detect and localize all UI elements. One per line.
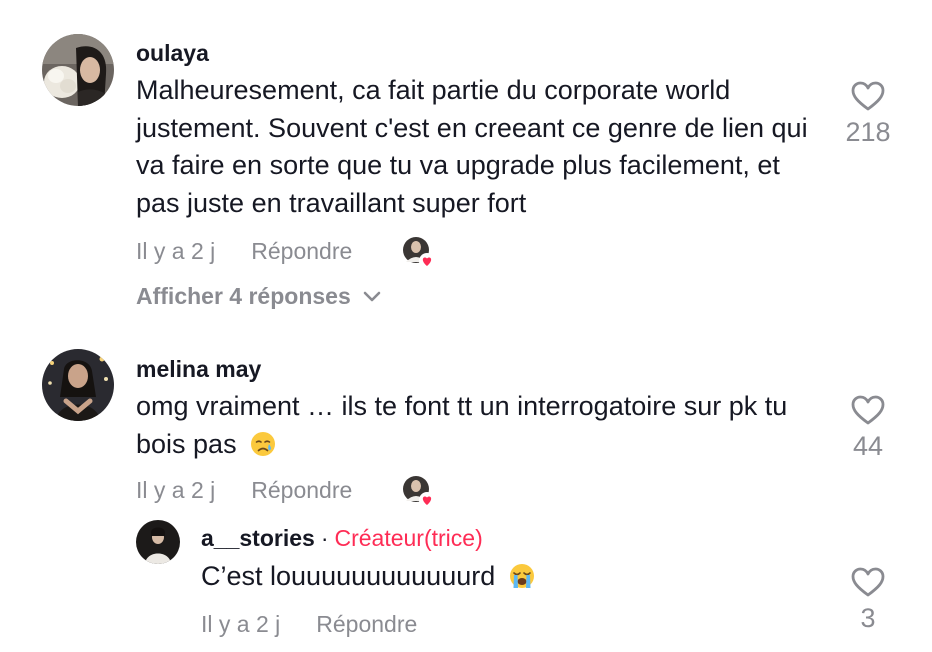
comments-panel: oulaya Malheuresement, ca fait partie du…	[0, 0, 932, 652]
like-count: 3	[860, 603, 876, 633]
heart-outline-icon	[851, 395, 885, 425]
comment-meta: Il y a 2 j Répondre	[136, 475, 352, 505]
crying-face-emoji	[251, 431, 276, 456]
avatar-image	[42, 349, 114, 421]
creator-liked-icon	[402, 475, 436, 509]
reply-text: C’est louuuuuuuuuuuurd	[201, 558, 801, 596]
view-replies-button[interactable]: Afficher 4 réponses	[136, 283, 381, 310]
heart-outline-icon	[851, 81, 885, 111]
reply-button[interactable]: Répondre	[316, 611, 417, 638]
reply-text-content: C’est louuuuuuuuuuuurd	[201, 561, 496, 591]
like-button[interactable]: 3	[828, 566, 908, 634]
comment-text: omg vraiment … ils te font tt un interro…	[136, 388, 826, 463]
comment-date: Il y a 2 j	[136, 237, 216, 264]
comment-username[interactable]: melina may	[136, 355, 261, 383]
reply-username-row: a__stories · Créateur(trice)	[201, 524, 483, 552]
avatar-oulaya[interactable]	[42, 34, 114, 106]
avatar-image	[136, 520, 180, 564]
like-count: 218	[845, 117, 891, 147]
comment-text-content: omg vraiment … ils te font tt un interro…	[136, 391, 788, 459]
reply-date: Il y a 2 j	[201, 610, 281, 637]
avatar-melina-may[interactable]	[42, 349, 114, 421]
reply-meta: Il y a 2 j Répondre	[201, 609, 417, 639]
chevron-down-icon	[363, 291, 381, 301]
comment-date: Il y a 2 j	[136, 476, 216, 503]
view-replies-label: Afficher 4 réponses	[136, 283, 351, 309]
reply-username[interactable]: a__stories	[201, 525, 315, 551]
like-button[interactable]: 218	[828, 80, 908, 148]
comment-text: Malheuresement, ca fait partie du corpor…	[136, 75, 808, 218]
creator-liked-icon	[402, 236, 436, 270]
avatar-a-stories[interactable]	[136, 520, 180, 564]
comment-meta: Il y a 2 j Répondre	[136, 236, 352, 266]
loudly-crying-face-emoji	[509, 564, 534, 588]
separator-dot: ·	[320, 525, 329, 551]
heart-outline-icon	[851, 567, 885, 597]
comment-username[interactable]: oulaya	[136, 39, 209, 67]
like-count: 44	[852, 431, 884, 461]
reply-button[interactable]: Répondre	[251, 238, 352, 265]
creator-badge: Créateur(trice)	[334, 525, 483, 551]
avatar-image	[42, 34, 114, 106]
like-button[interactable]: 44	[828, 394, 908, 462]
reply-button[interactable]: Répondre	[251, 477, 352, 504]
